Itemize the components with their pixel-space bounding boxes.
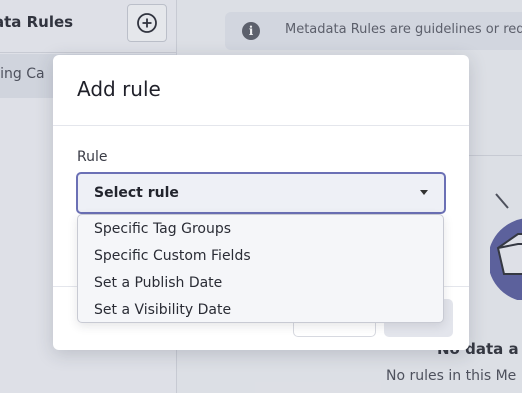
rule-select-value: Select rule: [94, 185, 179, 201]
modal-header-divider: [53, 125, 469, 126]
rule-option-custom-fields[interactable]: Specific Custom Fields: [78, 243, 443, 270]
rule-field-label: Rule: [77, 149, 108, 165]
rule-option-tag-groups[interactable]: Specific Tag Groups: [78, 216, 443, 243]
rule-option-visibility-date[interactable]: Set a Visibility Date: [78, 297, 443, 324]
rule-select[interactable]: Select rule: [76, 172, 446, 214]
caret-down-icon: [420, 190, 428, 195]
modal-title: Add rule: [77, 77, 161, 101]
rule-options-list: Specific Tag Groups Specific Custom Fiel…: [77, 214, 444, 323]
rule-option-publish-date[interactable]: Set a Publish Date: [78, 270, 443, 297]
